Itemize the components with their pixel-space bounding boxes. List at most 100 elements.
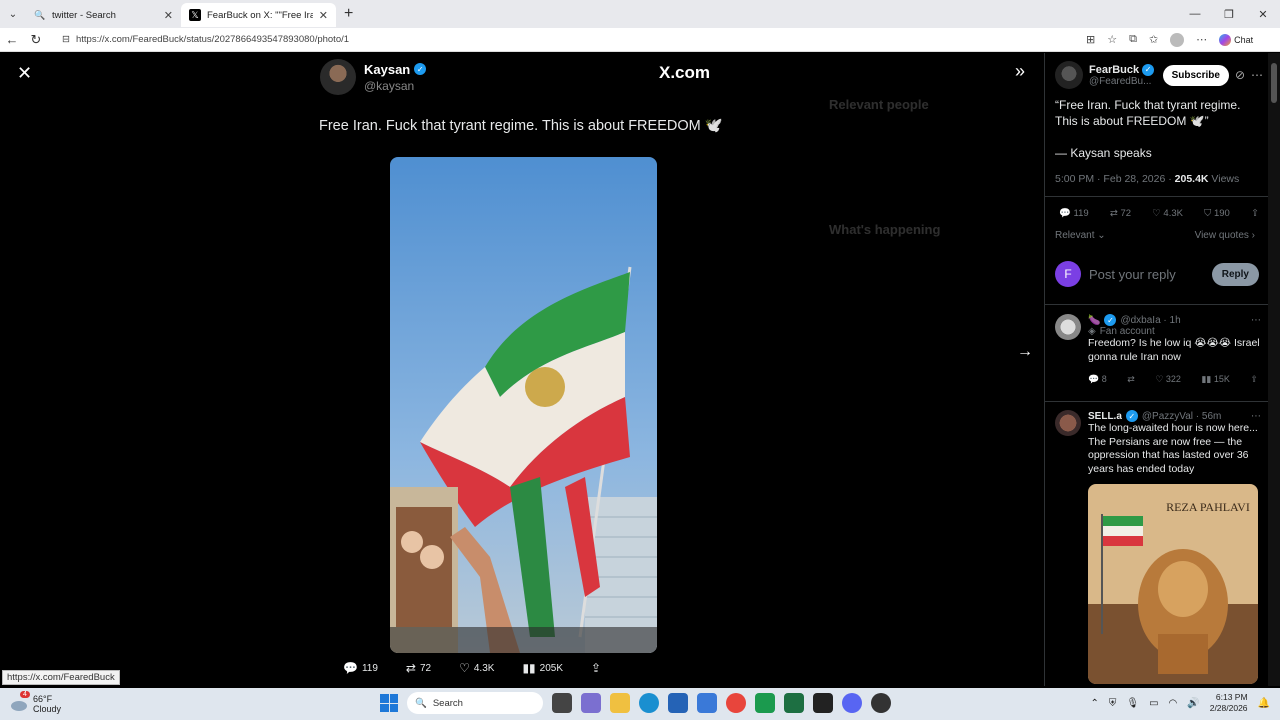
store-icon[interactable] xyxy=(668,693,688,713)
like-action[interactable]: ♡ 322 xyxy=(1155,374,1181,385)
task-view-icon[interactable] xyxy=(552,693,572,713)
chevron-up-icon[interactable]: ⌃ xyxy=(1090,698,1098,709)
close-viewer-icon[interactable]: ✕ xyxy=(17,63,32,84)
repost-action[interactable]: ⇄ 72 xyxy=(1110,208,1131,219)
more-menu-icon[interactable]: ⋯ xyxy=(1196,33,1207,46)
site-info-icon[interactable]: ⊟ xyxy=(62,34,70,45)
weather-badge: 4 xyxy=(20,691,30,698)
reply-icon: 💬 xyxy=(343,661,358,675)
like-action[interactable]: ♡ 4.3K xyxy=(459,661,494,675)
close-tab-icon[interactable]: ✕ xyxy=(164,9,173,22)
final-draft-icon[interactable] xyxy=(813,693,833,713)
outlook-icon[interactable] xyxy=(697,693,717,713)
share-action[interactable]: ⇪ xyxy=(591,661,601,675)
copilot-chat-button[interactable]: Chat xyxy=(1219,33,1253,46)
reply-text: The long-awaited hour is now here... The… xyxy=(1088,422,1258,475)
divider xyxy=(1045,196,1268,197)
reza-pahlavi-image[interactable]: REZA PAHLAVI xyxy=(1088,484,1258,684)
views-label: Views xyxy=(1208,173,1240,185)
taskbar-apps: 🔍 Search xyxy=(380,692,891,714)
like-action[interactable]: ♡ 4.3K xyxy=(1152,208,1183,219)
wifi-icon[interactable]: ◠ xyxy=(1169,698,1178,709)
grok-icon[interactable]: ⊘ xyxy=(1235,68,1245,82)
repost-action[interactable]: ⇄ xyxy=(1127,374,1135,385)
relevant-dropdown[interactable]: Relevant ⌄ xyxy=(1055,230,1106,241)
more-options-icon[interactable]: ⋯ xyxy=(1251,68,1263,82)
close-window-button[interactable]: ✕ xyxy=(1246,8,1280,21)
app-icon[interactable] xyxy=(755,693,775,713)
profile-icon[interactable] xyxy=(1170,32,1185,47)
cloud-icon: 4 xyxy=(10,691,30,713)
avatar[interactable] xyxy=(1055,314,1081,340)
display-icon[interactable]: ▭ xyxy=(1149,698,1158,709)
share-action[interactable]: ⇪ xyxy=(1251,208,1259,219)
favorite-star-icon[interactable]: ☆ xyxy=(1107,33,1117,46)
restore-button[interactable]: ❐ xyxy=(1212,8,1246,21)
avatar[interactable] xyxy=(320,59,356,95)
more-options-icon[interactable]: ⋯ xyxy=(1251,411,1261,422)
avatar[interactable] xyxy=(1055,410,1081,436)
reply-action[interactable]: 💬 8 xyxy=(1088,374,1107,385)
poster-handle[interactable]: @FearedBu... xyxy=(1089,76,1154,87)
reply-action[interactable]: 💬 119 xyxy=(343,661,378,675)
avatar[interactable] xyxy=(1055,61,1083,89)
view-quotes-link[interactable]: View quotes › xyxy=(1195,230,1255,241)
reply-action[interactable]: 💬 119 xyxy=(1059,208,1089,219)
tab-actions-menu[interactable]: ⌄ xyxy=(0,0,26,28)
windows-taskbar: 4 66°F Cloudy 🔍 Search ⌃ ⛨ 🎙 ▭ ◠ 🔊 6:13 P… xyxy=(0,688,1280,720)
bookmark-action[interactable]: ⛉ 190 xyxy=(1204,208,1230,219)
repost-action[interactable]: ⇄ 72 xyxy=(406,661,431,675)
tab-twitter-search[interactable]: 🔍 twitter - Search ✕ xyxy=(26,3,181,27)
discord-icon[interactable] xyxy=(842,693,862,713)
x-logo-icon: 𝕏 xyxy=(189,9,201,21)
notifications-icon[interactable]: 🔔 xyxy=(1258,698,1270,709)
new-tab-button[interactable]: + xyxy=(344,5,353,23)
weather-widget[interactable]: 4 66°F Cloudy xyxy=(10,691,62,714)
sidebar-scrollbar[interactable] xyxy=(1268,53,1280,686)
app-available-icon[interactable]: ⊞ xyxy=(1086,33,1095,46)
views-action[interactable]: ▮▮ 205K xyxy=(522,661,563,675)
clock[interactable]: 6:13 PM 2/28/2026 xyxy=(1210,692,1248,714)
post-time[interactable]: 5:00 PM · Feb 28, 2026 · xyxy=(1055,173,1175,185)
microphone-icon[interactable]: 🎙 xyxy=(1126,698,1139,709)
divider xyxy=(1045,304,1268,305)
app-icon[interactable] xyxy=(871,693,891,713)
author-name: Kaysan xyxy=(364,61,411,77)
security-icon[interactable]: ⛨ xyxy=(1109,698,1117,709)
excel-icon[interactable] xyxy=(784,693,804,713)
refresh-button[interactable]: ↻ xyxy=(24,32,48,48)
poster-name[interactable]: FearBuck xyxy=(1089,64,1139,76)
back-button[interactable]: ← xyxy=(0,32,24,47)
reply-button[interactable]: Reply xyxy=(1211,262,1259,286)
windows-start-icon[interactable] xyxy=(380,694,398,712)
taskbar-search[interactable]: 🔍 Search xyxy=(407,692,543,714)
more-options-icon[interactable]: ⋯ xyxy=(1251,315,1261,326)
extensions-icon[interactable]: ⧉ xyxy=(1129,33,1137,46)
repost-icon: ⇄ xyxy=(405,661,416,675)
views-action[interactable]: ▮▮ 15K xyxy=(1201,374,1229,385)
copilot-app-icon[interactable] xyxy=(581,693,601,713)
minimize-button[interactable]: — xyxy=(1178,8,1212,21)
browser-tabbar: ⌄ 🔍 twitter - Search ✕ 𝕏 FearBuck on X: … xyxy=(0,0,1280,28)
tab-fearbuck[interactable]: 𝕏 FearBuck on X: ""Free Iran. Fuck th ✕ xyxy=(181,3,336,27)
media-author[interactable]: Kaysan ✓ @kaysan xyxy=(320,59,427,95)
relevant-people-heading: Relevant people xyxy=(829,97,929,112)
reply-handle[interactable]: @PazzyVal · 56m xyxy=(1142,411,1221,422)
reply-post[interactable]: SELL.a ✓ @PazzyVal · 56m ⋯ The long-awaited… xyxy=(1055,410,1261,684)
reply-post[interactable]: 🍆 ✓ @dxbaIa · 1h ⋯ ◈ Fan account Freedom? Is… xyxy=(1055,314,1261,385)
scroll-thumb[interactable] xyxy=(1271,63,1277,103)
chrome-icon[interactable] xyxy=(726,693,746,713)
favorites-icon[interactable]: ✩ xyxy=(1149,33,1158,46)
file-explorer-icon[interactable] xyxy=(610,693,630,713)
weather-condition: Cloudy xyxy=(33,704,62,714)
url-field[interactable]: ⊟ https://x.com/FearedBuck/status/202786… xyxy=(56,30,1076,50)
reply-input[interactable]: Post your reply xyxy=(1089,267,1176,282)
share-icon[interactable]: ⇪ xyxy=(1250,374,1258,385)
reply-name[interactable]: SELL.a xyxy=(1088,411,1122,422)
edge-browser-icon[interactable] xyxy=(639,693,659,713)
volume-icon[interactable]: 🔊 xyxy=(1187,698,1199,709)
reply-handle[interactable]: @dxbaIa · 1h xyxy=(1120,315,1180,326)
close-tab-icon[interactable]: ✕ xyxy=(319,9,328,22)
subscribe-button[interactable]: Subscribe xyxy=(1162,64,1229,86)
flag-photo[interactable] xyxy=(390,157,657,653)
